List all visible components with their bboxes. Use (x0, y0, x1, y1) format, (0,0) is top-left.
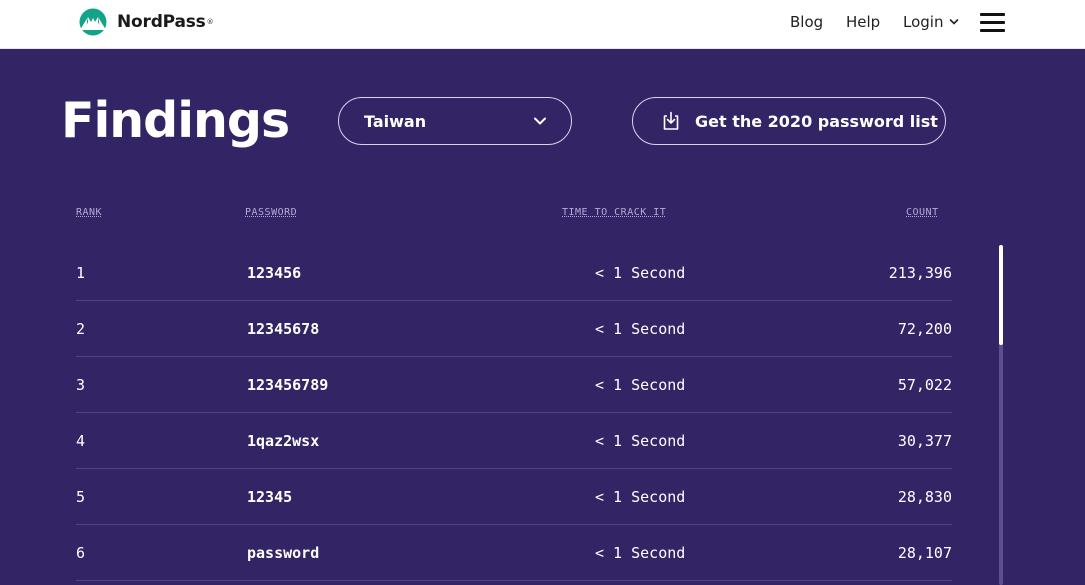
rank-cell: 4 (76, 432, 86, 450)
count-cell: 30,377 (897, 432, 952, 450)
count-cell: 72,200 (897, 320, 952, 338)
count-cell: 28,107 (897, 544, 952, 562)
top-navigation-bar: NordPass ® Blog Help Login (0, 0, 1085, 49)
time-to-crack-cell: < 1 Second (595, 544, 686, 562)
time-to-crack-cell: < 1 Second (595, 264, 686, 282)
nav-help-link[interactable]: Help (846, 0, 880, 44)
count-cell: 28,830 (897, 488, 952, 506)
chevron-down-icon (950, 19, 959, 25)
time-to-crack-cell: < 1 Second (595, 320, 686, 338)
chevron-down-icon (534, 117, 546, 125)
scrollbar-thumb[interactable] (999, 245, 1003, 345)
table-row: 5 12345 < 1 Second 28,830 (76, 469, 952, 525)
download-button-label: Get the 2020 password list (695, 111, 938, 131)
column-header-count[interactable]: COUNT (906, 207, 939, 218)
nav-blog-link[interactable]: Blog (790, 0, 823, 44)
registered-mark: ® (206, 18, 214, 26)
rank-cell: 1 (76, 264, 86, 282)
password-cell: 12345 (247, 488, 293, 506)
table-row: 6 password < 1 Second 28,107 (76, 525, 952, 581)
rank-cell: 2 (76, 320, 86, 338)
login-label: Login (903, 13, 944, 31)
password-cell: 12345678 (247, 320, 320, 338)
nordpass-mountain-icon (79, 8, 107, 36)
country-select[interactable]: Taiwan (338, 97, 572, 145)
table-scrollbar[interactable] (999, 245, 1003, 585)
page-title: Findings (61, 92, 290, 149)
password-cell: 1qaz2wsx (247, 432, 320, 450)
password-cell: 123456789 (247, 376, 329, 394)
download-password-list-button[interactable]: Get the 2020 password list (632, 97, 946, 145)
hamburger-menu-icon[interactable] (980, 13, 1005, 32)
time-to-crack-cell: < 1 Second (595, 432, 686, 450)
time-to-crack-cell: < 1 Second (595, 376, 686, 394)
count-cell: 213,396 (888, 264, 952, 282)
password-table: 1 123456 < 1 Second 213,396 2 12345678 <… (76, 245, 952, 581)
table-row: 4 1qaz2wsx < 1 Second 30,377 (76, 413, 952, 469)
table-row: 3 123456789 < 1 Second 57,022 (76, 357, 952, 413)
download-icon (663, 111, 679, 130)
rank-cell: 6 (76, 544, 86, 562)
column-header-password[interactable]: PASSWORD (245, 207, 297, 218)
column-header-rank[interactable]: RANK (76, 207, 102, 218)
brand-name: NordPass (117, 12, 206, 32)
rank-cell: 3 (76, 376, 86, 394)
nordpass-logo[interactable]: NordPass ® (76, 8, 214, 36)
nav-login-dropdown[interactable]: Login (903, 0, 959, 44)
time-to-crack-cell: < 1 Second (595, 488, 686, 506)
table-row: 2 12345678 < 1 Second 72,200 (76, 301, 952, 357)
rank-cell: 5 (76, 488, 86, 506)
column-header-time-to-crack[interactable]: TIME TO CRACK IT (562, 207, 666, 218)
count-cell: 57,022 (897, 376, 952, 394)
password-cell: password (247, 544, 320, 562)
password-cell: 123456 (247, 264, 302, 282)
country-select-value: Taiwan (364, 111, 427, 131)
table-row: 1 123456 < 1 Second 213,396 (76, 245, 952, 301)
